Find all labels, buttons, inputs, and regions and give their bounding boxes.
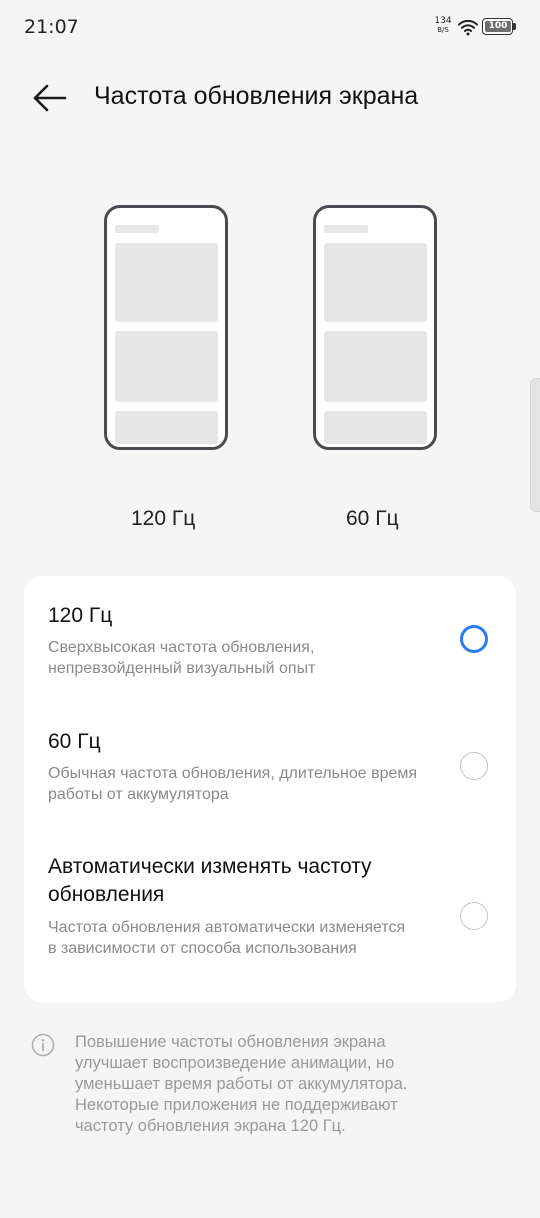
radio-button[interactable] xyxy=(460,902,488,930)
option-description: Обычная частота обновления, длительное в… xyxy=(48,765,418,803)
radio-button-selected[interactable] xyxy=(460,625,488,653)
wifi-icon xyxy=(458,19,478,36)
preview-120hz xyxy=(104,205,228,450)
preview-label-120hz: 120 Гц xyxy=(131,507,196,530)
option-title: Автоматически изменять частоту обновлени… xyxy=(48,855,372,906)
page-title: Частота обновления экрана xyxy=(94,82,419,110)
option-120hz[interactable]: 120 Гц Сверхвысокая частота обновления, … xyxy=(24,576,516,702)
option-description: Сверхвысокая частота обновления, непревз… xyxy=(48,639,316,677)
arrow-left-icon xyxy=(33,84,67,112)
network-speed: 134 B/S xyxy=(432,16,454,34)
network-speed-value: 134 xyxy=(434,16,452,26)
info-icon xyxy=(31,1033,55,1057)
preview-label-60hz: 60 Гц xyxy=(346,507,399,530)
info-text: Повышение частоты обновления экрана улуч… xyxy=(75,1033,408,1135)
refresh-rate-options: 120 Гц Сверхвысокая частота обновления, … xyxy=(24,576,516,1002)
network-speed-unit: B/S xyxy=(437,26,449,34)
phone-illustration xyxy=(313,205,437,450)
option-description: Частота обновления автоматически изменяе… xyxy=(48,919,406,957)
back-button[interactable] xyxy=(28,78,72,118)
status-time: 21:07 xyxy=(24,16,79,38)
option-title: 120 Гц xyxy=(48,604,113,627)
battery-icon: 100 xyxy=(482,18,516,35)
preview-60hz xyxy=(313,205,437,450)
edge-handle[interactable] xyxy=(530,378,540,512)
option-auto[interactable]: Автоматически изменять частоту обновлени… xyxy=(24,828,516,1002)
status-bar: 21:07 134 B/S 100 xyxy=(0,0,540,56)
page-header: Частота обновления экрана xyxy=(0,70,540,126)
option-title: 60 Гц xyxy=(48,730,101,753)
phone-illustration xyxy=(104,205,228,450)
radio-button[interactable] xyxy=(460,752,488,780)
option-60hz[interactable]: 60 Гц Обычная частота обновления, длител… xyxy=(24,702,516,828)
battery-level: 100 xyxy=(485,21,511,32)
